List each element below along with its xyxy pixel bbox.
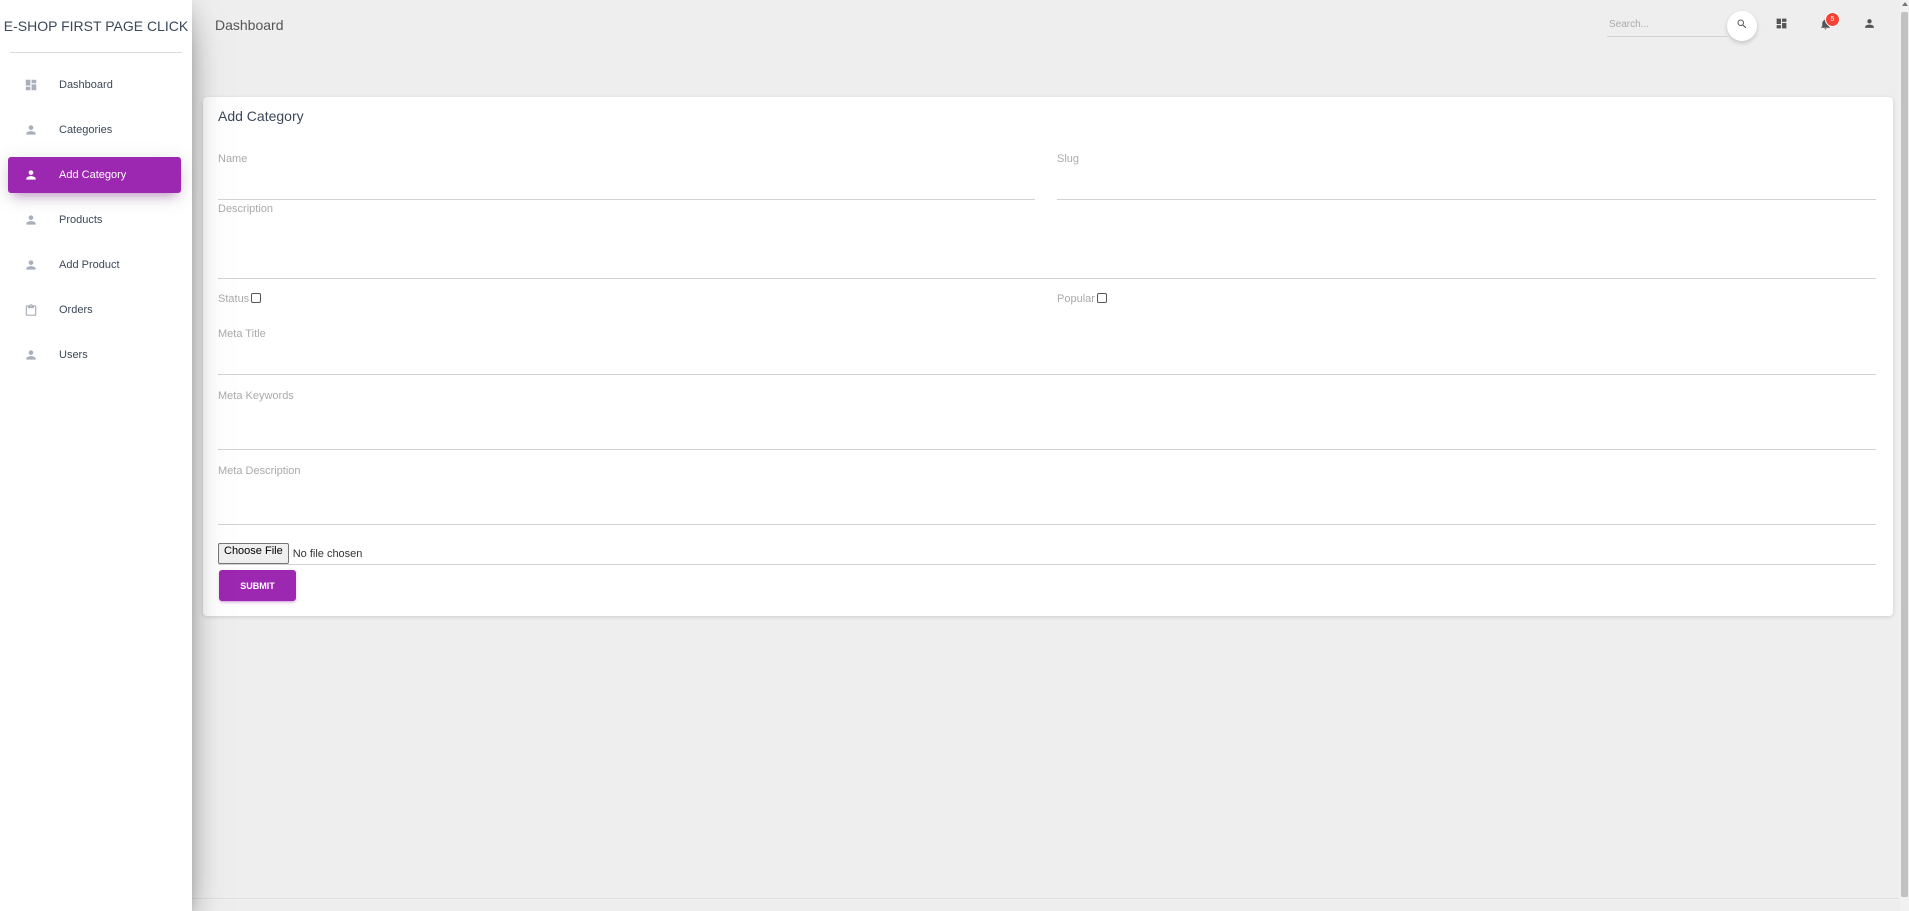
sidebar-item-categories[interactable]: Categories [8, 112, 181, 148]
dashboard-icon [23, 77, 39, 93]
sidebar-item-label: Orders [59, 304, 93, 316]
person-icon [23, 257, 39, 273]
notification-badge: 5 [1825, 12, 1840, 27]
sidebar-item-orders[interactable]: Orders [8, 292, 181, 328]
description-label: Description [218, 203, 274, 215]
sidebar: E-SHOP FIRST PAGE CLICK Dashboard Catego… [0, 0, 192, 911]
scrollbar-thumb[interactable] [1901, 12, 1908, 897]
search-field [1607, 14, 1729, 37]
dashboard-toggle-button[interactable] [1770, 15, 1792, 37]
top-navbar: Dashboard 5 [192, 0, 1909, 52]
file-underline [218, 564, 1876, 565]
sidebar-item-add-category[interactable]: Add Category [8, 157, 181, 193]
user-menu-button[interactable] [1858, 15, 1880, 37]
clipboard-icon [23, 302, 39, 318]
sidebar-item-label: Categories [59, 124, 113, 136]
meta-description-input[interactable] [218, 481, 1878, 525]
popular-checkbox-label: Popular [1057, 292, 1107, 305]
sidebar-item-label: Products [59, 214, 103, 226]
meta-title-underline [218, 374, 1876, 375]
sidebar-item-users[interactable]: Users [8, 337, 181, 373]
popular-checkbox[interactable] [1096, 292, 1107, 303]
description-input[interactable] [218, 219, 1878, 279]
meta-description-label: Meta Description [218, 465, 301, 477]
name-underline [218, 199, 1035, 200]
name-label: Name [218, 153, 248, 165]
meta-description-underline [218, 524, 1876, 525]
brand-divider [10, 52, 182, 53]
person-icon [23, 212, 39, 228]
sidebar-item-label: Add Category [59, 169, 127, 181]
brand-title[interactable]: E-SHOP FIRST PAGE CLICK [0, 0, 192, 52]
description-underline [218, 278, 1876, 279]
person-icon [1863, 17, 1876, 35]
meta-title-input[interactable] [218, 343, 1878, 371]
name-input[interactable] [218, 167, 1038, 195]
slug-label: Slug [1057, 153, 1080, 165]
search-input[interactable] [1607, 14, 1729, 35]
footer-divider [192, 898, 1899, 899]
meta-keywords-input[interactable] [218, 406, 1878, 450]
status-checkbox-label: Status [218, 292, 262, 305]
popular-label: Popular [1057, 293, 1095, 305]
file-status: No file chosen [292, 547, 363, 560]
slug-underline [1057, 199, 1876, 200]
sidebar-item-label: Add Product [59, 259, 120, 271]
sidebar-item-label: Dashboard [59, 79, 113, 91]
meta-keywords-label: Meta Keywords [218, 390, 294, 402]
sidebar-item-add-product[interactable]: Add Product [8, 247, 181, 283]
sidebar-nav: Dashboard Categories Add Category Produc… [8, 67, 181, 382]
dashboard-icon [1775, 17, 1788, 35]
slug-input[interactable] [1057, 167, 1877, 195]
submit-button[interactable]: SUBMIT [219, 570, 296, 601]
choose-file-button[interactable]: Choose File [218, 543, 289, 564]
sidebar-item-label: Users [59, 349, 88, 361]
search-icon [1736, 17, 1748, 35]
meta-title-label: Meta Title [218, 328, 266, 340]
scroll-up-icon[interactable] [1902, 2, 1908, 6]
status-label: Status [218, 293, 250, 305]
page-scrollbar[interactable] [1900, 0, 1909, 911]
person-icon [23, 167, 39, 183]
notifications-button[interactable]: 5 [1814, 12, 1840, 37]
sidebar-item-dashboard[interactable]: Dashboard [8, 67, 181, 103]
meta-keywords-underline [218, 449, 1876, 450]
search-button[interactable] [1727, 11, 1757, 41]
file-upload: Choose File No file chosen [218, 543, 362, 564]
person-icon [23, 122, 39, 138]
person-icon [23, 347, 39, 363]
status-checkbox[interactable] [251, 292, 262, 303]
add-category-card: Add Category Name Slug Description Statu… [203, 97, 1893, 616]
sidebar-item-products[interactable]: Products [8, 202, 181, 238]
card-title: Add Category [218, 108, 304, 124]
page-title[interactable]: Dashboard [215, 17, 284, 33]
